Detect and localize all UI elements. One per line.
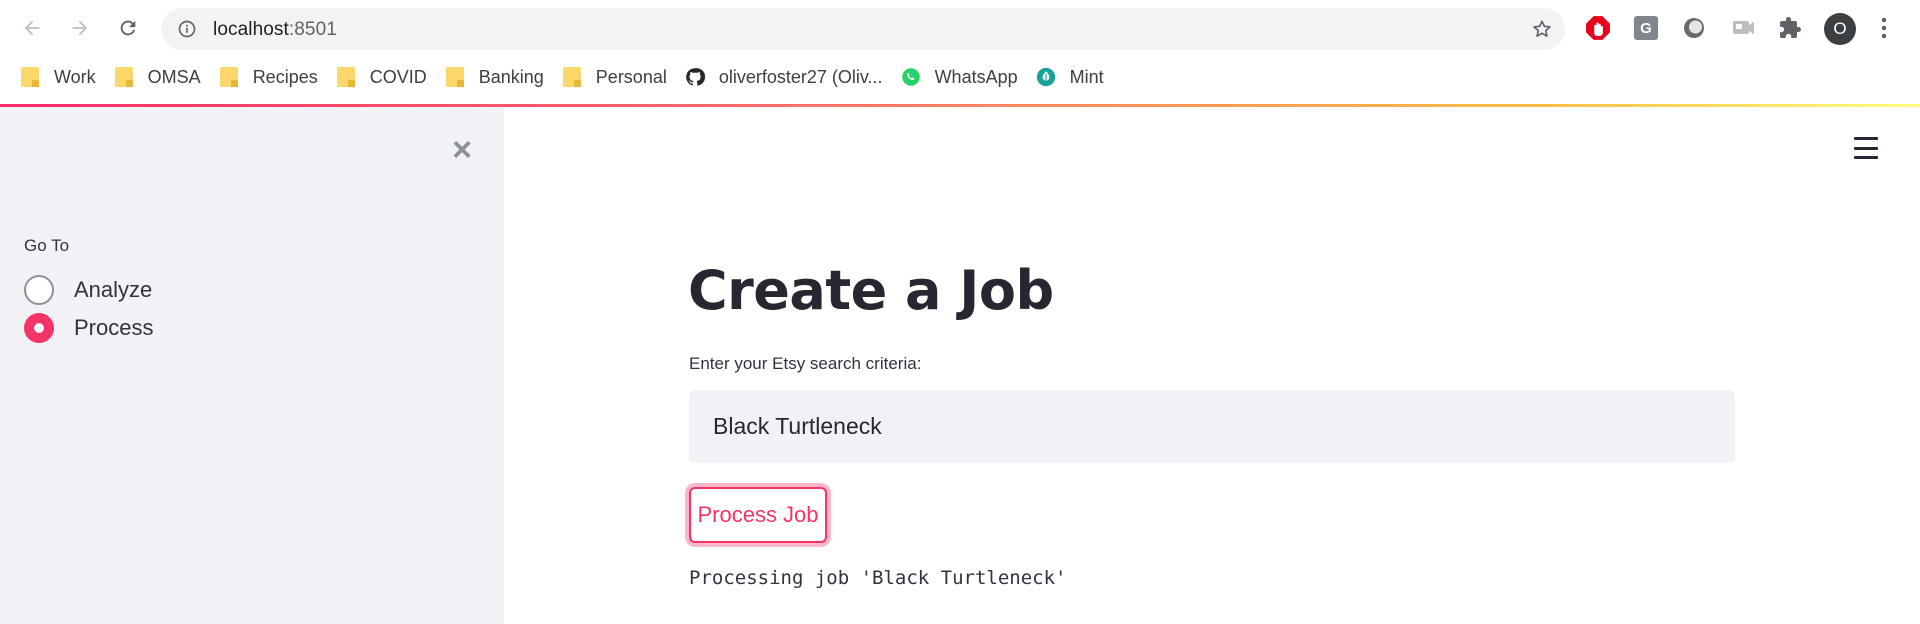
bookmark-label: Personal [595, 66, 667, 87]
bookmark-covid[interactable]: COVID [336, 61, 427, 93]
star-icon[interactable] [1531, 18, 1553, 40]
forward-button[interactable] [64, 12, 96, 44]
radio-unchecked-icon[interactable] [24, 275, 54, 305]
sidebar: × Go To Analyze Process [0, 107, 504, 624]
arrow-right-icon [72, 20, 88, 36]
url-port: :8501 [288, 19, 337, 40]
arrow-left-icon [24, 20, 40, 36]
whatsapp-icon [901, 67, 921, 87]
folder-icon [336, 67, 356, 87]
process-job-button[interactable]: Process Job [689, 487, 827, 543]
processing-status-text: Processing job 'Black Turtleneck' [689, 567, 1067, 589]
bookmarks-bar: Work OMSA Recipes COVID Banking Personal… [0, 58, 1920, 96]
bookmark-recipes[interactable]: Recipes [219, 61, 318, 93]
hamburger-icon-line [1854, 137, 1878, 140]
bookmark-label: oliverfoster27 (Oliv... [718, 66, 883, 87]
folder-icon [114, 67, 134, 87]
back-button[interactable] [16, 12, 48, 44]
hamburger-icon-line [1854, 146, 1878, 150]
github-icon [685, 67, 705, 87]
reload-icon [120, 20, 136, 36]
close-icon: × [452, 131, 472, 169]
url-text: localhost:8501 [213, 19, 337, 41]
g-extension-icon[interactable]: G [1634, 16, 1658, 40]
folder-icon [445, 67, 465, 87]
search-criteria-input[interactable] [689, 390, 1735, 463]
radio-option-process[interactable]: Process [24, 309, 153, 347]
bookmark-banking[interactable]: Banking [445, 61, 544, 93]
circle-extension-icon[interactable] [1681, 15, 1707, 41]
folder-icon [562, 67, 582, 87]
address-bar[interactable]: localhost:8501 [161, 8, 1565, 50]
bookmark-label: WhatsApp [934, 66, 1018, 87]
goto-radio-group: Analyze Process [24, 271, 153, 347]
hamburger-icon-line [1854, 156, 1878, 159]
bookmark-label: Mint [1069, 66, 1104, 87]
radio-label: Analyze [74, 277, 153, 302]
profile-avatar[interactable]: O [1824, 13, 1856, 45]
bookmark-omsa[interactable]: OMSA [114, 61, 201, 93]
folder-icon [219, 67, 239, 87]
page-title: Create a Job [688, 259, 1054, 322]
bookmark-label: Work [54, 66, 96, 87]
radio-label: Process [74, 315, 154, 340]
bookmark-personal[interactable]: Personal [562, 61, 667, 93]
bookmark-mint[interactable]: Mint [1036, 61, 1104, 93]
browser-toolbar: localhost:8501 G O [0, 0, 1920, 56]
browser-chrome: localhost:8501 G O Work OMSA Recipes COV… [0, 0, 1920, 105]
browser-menu-button[interactable] [1874, 14, 1894, 42]
bookmark-github[interactable]: oliverfoster27 (Oliv... [685, 61, 883, 93]
adblock-icon[interactable] [1585, 15, 1611, 41]
radio-checked-icon[interactable] [24, 313, 54, 343]
bookmark-work[interactable]: Work [20, 61, 96, 93]
goto-label: Go To [24, 236, 70, 255]
puzzle-icon[interactable] [1777, 15, 1803, 41]
bookmark-label: OMSA [147, 66, 201, 87]
reload-button[interactable] [112, 12, 144, 44]
main-content: Create a Job Enter your Etsy search crit… [504, 107, 1920, 624]
kebab-menu-icon [1881, 17, 1887, 39]
radio-option-analyze[interactable]: Analyze [24, 271, 153, 309]
search-criteria-label: Enter your Etsy search criteria: [689, 354, 922, 373]
close-sidebar-button[interactable]: × [447, 133, 477, 167]
main-menu-button[interactable] [1854, 137, 1878, 159]
mint-icon [1036, 67, 1056, 87]
bookmark-label: COVID [369, 66, 427, 87]
folder-icon [20, 67, 40, 87]
info-icon[interactable] [177, 19, 197, 39]
cast-extension-icon[interactable] [1730, 15, 1756, 41]
url-host: localhost [213, 19, 289, 40]
bookmark-whatsapp[interactable]: WhatsApp [901, 61, 1018, 93]
bookmark-label: Recipes [252, 66, 318, 87]
bookmark-label: Banking [478, 66, 544, 87]
